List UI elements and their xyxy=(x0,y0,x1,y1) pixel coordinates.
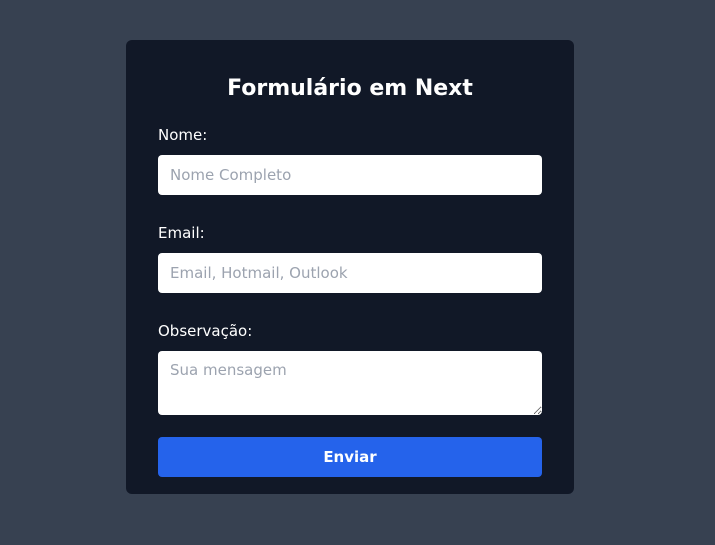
nome-label: Nome: xyxy=(158,126,208,144)
email-input[interactable] xyxy=(158,253,542,293)
submit-button[interactable]: Enviar xyxy=(158,437,542,477)
observacao-textarea[interactable] xyxy=(158,351,542,415)
email-label: Email: xyxy=(158,224,205,242)
form-card: Formulário em Next Nome: Email: Observaç… xyxy=(126,40,574,494)
observacao-label: Observação: xyxy=(158,322,253,340)
contact-form: Nome: Email: Observação: Enviar xyxy=(158,125,542,477)
form-title: Formulário em Next xyxy=(227,76,473,101)
nome-input[interactable] xyxy=(158,155,542,195)
